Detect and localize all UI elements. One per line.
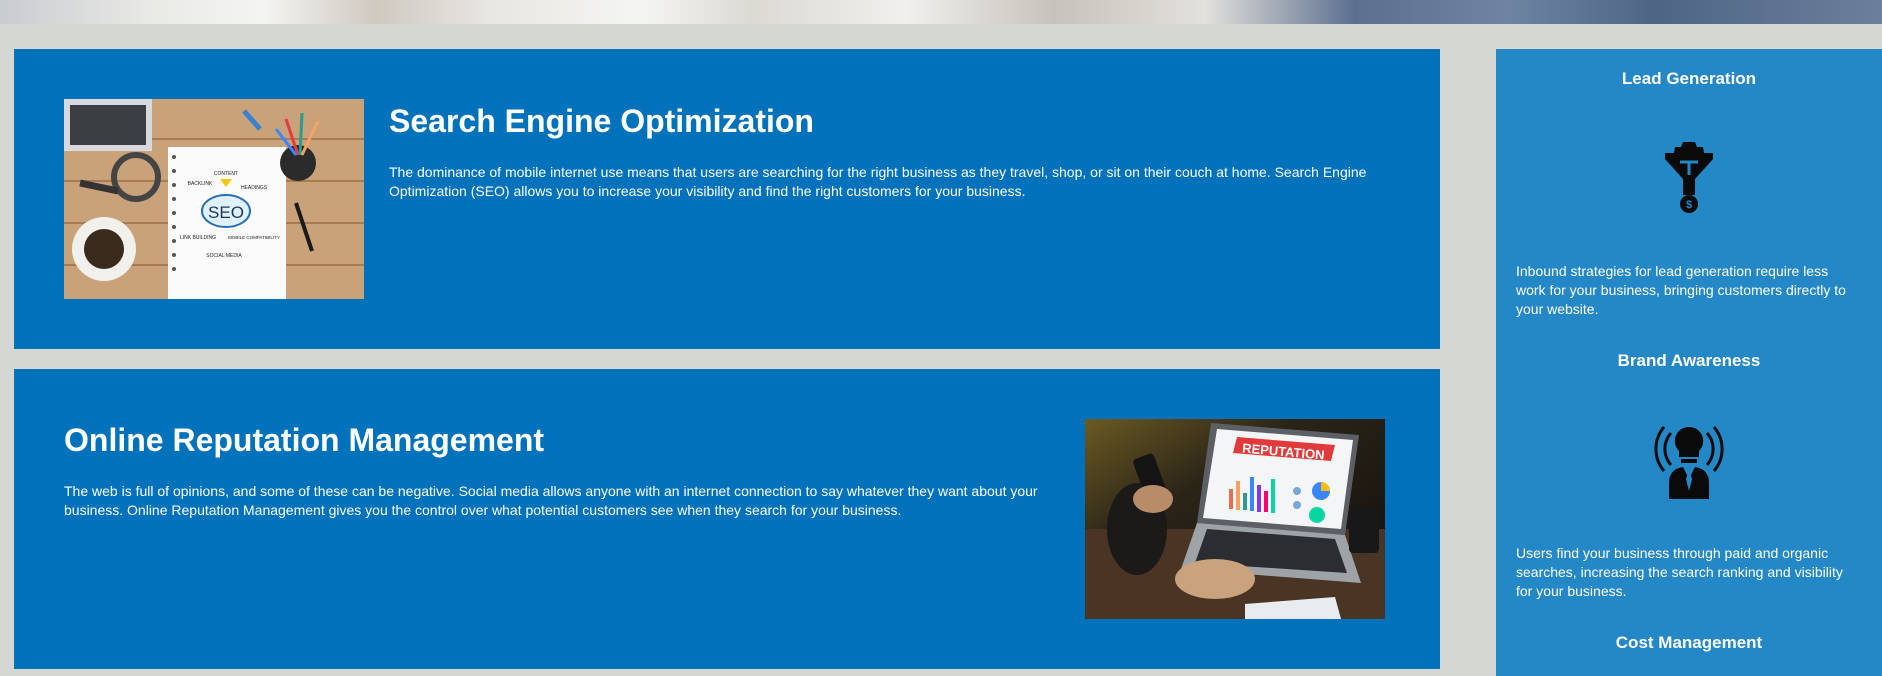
seo-graphic-text: SEO: [208, 203, 244, 222]
hero-image-strip: [0, 0, 1882, 24]
seo-illustration: SEO CONTENT BACKLINK HEADINGS LINK BUILD…: [64, 99, 364, 299]
orm-section: Online Reputation Management The web is …: [14, 369, 1440, 669]
orm-image: REPUTATION: [1085, 419, 1385, 619]
seo-label-content: CONTENT: [214, 171, 238, 177]
seo-label-social: SOCIAL MEDIA: [206, 253, 242, 259]
seo-description: The dominance of mobile internet use mea…: [389, 164, 1367, 199]
seo-image: SEO CONTENT BACKLINK HEADINGS LINK BUILD…: [64, 99, 364, 299]
benefits-sidebar: Lead Generation $ Inbound strategies for…: [1496, 49, 1882, 676]
coffee-mug-shape: [1349, 509, 1379, 553]
benefit-title-brand-awareness: Brand Awareness: [1617, 351, 1761, 370]
funnel-gear-dollar-icon: $: [1665, 142, 1713, 213]
seo-label-link-building: LINK BUILDING: [180, 235, 216, 241]
benefit-text-brand-awareness: Users find your business through paid an…: [1516, 545, 1843, 599]
benefit-title-lead-generation: Lead Generation: [1621, 69, 1757, 88]
seo-label-headings: HEADINGS: [241, 185, 268, 191]
orm-title: Online Reputation Management: [64, 422, 545, 458]
seo-section: SEO CONTENT BACKLINK HEADINGS LINK BUILD…: [14, 49, 1440, 349]
seo-label-backlink: BACKLINK: [188, 181, 213, 187]
orm-description: The web is full of opinions, and some of…: [64, 483, 1038, 518]
benefit-title-cost-management: Cost Management: [1615, 633, 1763, 652]
svg-text:$: $: [1686, 199, 1692, 211]
reputation-illustration: REPUTATION: [1085, 419, 1385, 619]
coffee-cup-icon: [84, 229, 124, 269]
seo-label-mobile: MOBILE COMPATIBILITY: [228, 235, 280, 240]
benefit-text-lead-generation: Inbound strategies for lead generation r…: [1516, 263, 1846, 317]
seo-title: Search Engine Optimization: [389, 103, 814, 139]
lightbulb-person-broadcast-icon: [1654, 426, 1724, 499]
